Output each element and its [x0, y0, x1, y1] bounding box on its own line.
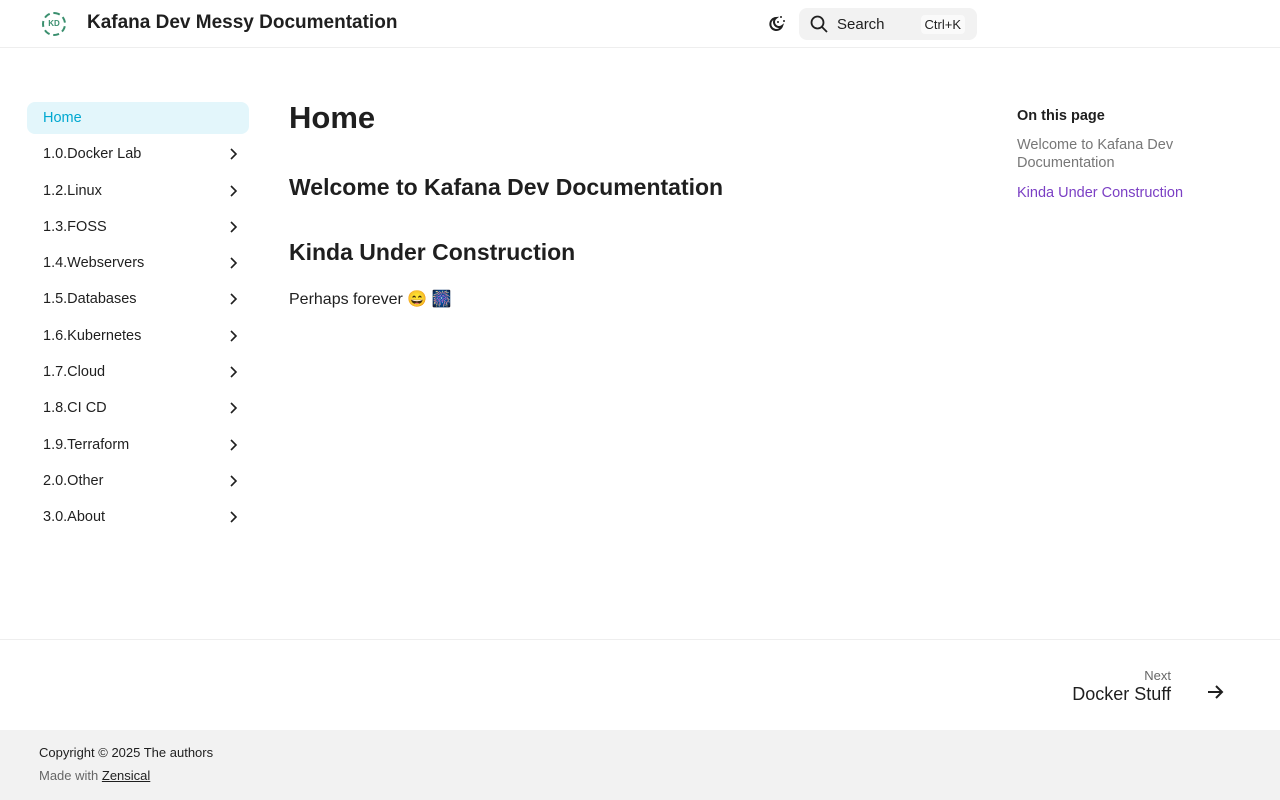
- chevron-right-icon[interactable]: [225, 509, 241, 525]
- sidebar-item[interactable]: 1.7.Cloud: [27, 356, 249, 388]
- sidebar-item-label: 1.0.Docker Lab: [43, 146, 142, 163]
- chevron-right-icon[interactable]: [225, 473, 241, 489]
- chevron-right-icon[interactable]: [225, 328, 241, 344]
- chevron-right-icon[interactable]: [225, 219, 241, 235]
- zensical-link[interactable]: Zensical: [102, 768, 150, 783]
- toc-link-welcome[interactable]: Welcome to Kafana Dev Documentation: [1017, 136, 1217, 172]
- heading-construction: Kinda Under Construction: [289, 239, 576, 265]
- sidebar-item-label: 1.2.Linux: [43, 182, 102, 199]
- sidebar-item-label: 1.5.Databases: [43, 291, 137, 308]
- sidebar-item[interactable]: 3.0.About: [27, 501, 249, 533]
- chevron-right-icon[interactable]: [225, 146, 241, 162]
- sidebar-item-label: 1.6.Kubernetes: [43, 327, 142, 344]
- arrow-right-icon: [1208, 685, 1224, 699]
- site-logo[interactable]: KD: [42, 12, 66, 36]
- made-with: Made with: [39, 768, 99, 783]
- sidebar-item[interactable]: Home: [27, 102, 249, 134]
- search-shortcut: Ctrl+K: [920, 15, 965, 34]
- sidebar-item-label: 1.7.Cloud: [43, 364, 106, 381]
- next-title: Docker Stuff: [1072, 684, 1171, 704]
- sidebar-item-label: 1.4.Webservers: [43, 255, 145, 272]
- chevron-right-icon[interactable]: [225, 183, 241, 199]
- sidebar-item-label: 1.3.FOSS: [43, 218, 107, 235]
- next-label: Next: [1144, 668, 1171, 683]
- sidebar-item-label: 2.0.Other: [43, 472, 104, 489]
- sidebar-item[interactable]: 1.8.CI CD: [27, 392, 249, 424]
- chevron-right-icon[interactable]: [225, 437, 241, 453]
- site-title[interactable]: Kafana Dev Messy Documentation: [87, 12, 397, 34]
- chevron-right-icon[interactable]: [225, 291, 241, 307]
- sidebar-nav: Home 1.0.Docker Lab 1.2.Linux 1.3.FOSS 1.4.W…: [27, 102, 249, 538]
- table-of-contents: On this page Welcome to Kafana Dev Docum…: [1017, 108, 1217, 214]
- chevron-right-icon[interactable]: [225, 255, 241, 271]
- sidebar-item[interactable]: 1.4.Webservers: [27, 247, 249, 279]
- copyright: Copyright © 2025 The authors: [39, 745, 214, 760]
- sidebar-item[interactable]: 2.0.Other: [27, 465, 249, 497]
- theme-toggle-icon[interactable]: [766, 13, 788, 35]
- chevron-right-icon[interactable]: [225, 400, 241, 416]
- footer: Copyright © 2025 The authors Made with Z…: [0, 730, 1280, 800]
- heading-welcome: Welcome to Kafana Dev Documentation: [289, 174, 724, 200]
- sidebar-item[interactable]: 1.2.Linux: [27, 175, 249, 207]
- sidebar-item-label: 3.0.About: [43, 509, 106, 526]
- sidebar-item[interactable]: 1.5.Databases: [27, 283, 249, 315]
- search-button[interactable]: Search Ctrl+K: [799, 8, 977, 40]
- header: KD Kafana Dev Messy Documentation Search…: [0, 0, 1280, 48]
- sidebar-item-label: 1.9.Terraform: [43, 436, 130, 453]
- sidebar-item-label: 1.8.CI CD: [43, 400, 107, 417]
- search-icon: [810, 15, 828, 33]
- sidebar-item[interactable]: 1.0.Docker Lab: [27, 138, 249, 170]
- chevron-right-icon[interactable]: [225, 364, 241, 380]
- sidebar-item-label: Home: [43, 110, 82, 126]
- sidebar-item[interactable]: 1.6.Kubernetes: [27, 320, 249, 352]
- sidebar-item[interactable]: 1.9.Terraform: [27, 429, 249, 461]
- sidebar-item[interactable]: 1.3.FOSS: [27, 211, 249, 243]
- toc-title: On this page: [1017, 108, 1105, 124]
- toc-link-construction[interactable]: Kinda Under Construction: [1017, 184, 1217, 202]
- paragraph: Perhaps forever 😄 🎆: [289, 291, 452, 308]
- page-title: Home: [289, 100, 376, 135]
- search-label: Search: [837, 15, 885, 33]
- main-content: Home Welcome to Kafana Dev Documentation…: [289, 100, 723, 309]
- next-page-link[interactable]: Next Docker Stuff: [0, 639, 1280, 730]
